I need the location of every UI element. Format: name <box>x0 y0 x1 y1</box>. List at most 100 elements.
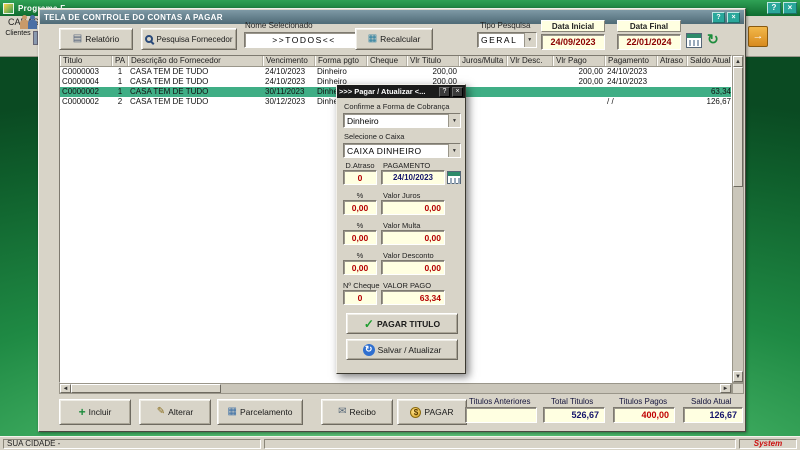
input-field[interactable]: 0,00 <box>343 200 377 215</box>
column-header[interactable]: Juros/Multa <box>459 56 507 66</box>
chevron-down-icon[interactable]: ▼ <box>448 144 460 157</box>
table-cell: 2 <box>117 97 123 106</box>
table-cell <box>507 77 553 87</box>
table-cell <box>687 67 731 77</box>
app-close-button[interactable]: × <box>783 2 797 14</box>
chevron-down-icon[interactable]: ▼ <box>524 33 536 47</box>
column-header[interactable]: Titulo <box>60 56 112 66</box>
table-cell: 24/10/2023 <box>607 67 648 76</box>
caixa-select[interactable]: CAIXA DINHEIRO ▼ <box>343 143 461 158</box>
input-field[interactable]: 0,00 <box>343 230 377 245</box>
data-final-input[interactable]: 22/01/2024 <box>617 34 681 50</box>
titulos-anteriores-label: Titulos Anteriores <box>469 397 531 406</box>
recalcular-button[interactable]: ▦ Recalcular <box>355 28 433 50</box>
table-cell <box>553 97 605 107</box>
input-field[interactable]: 0,00 <box>381 260 445 275</box>
salvar-atualizar-label: Salvar / Atualizar <box>377 344 442 355</box>
column-header[interactable]: Forma pgto <box>315 56 367 66</box>
table-cell <box>459 87 507 97</box>
app-help-button[interactable]: ? <box>767 2 781 14</box>
total-titulos-label: Total Titulos <box>551 397 594 406</box>
pagar-titulo-button[interactable]: ✓ PAGAR TITULO <box>346 313 458 334</box>
table-cell: / / <box>607 97 614 106</box>
table-cell: C0000002 <box>62 97 99 106</box>
column-header[interactable]: Vlr Pago <box>553 56 605 66</box>
column-header[interactable]: Vencimento <box>263 56 315 66</box>
parcelamento-button[interactable]: ▦ Parcelamento <box>217 399 303 425</box>
forma-cobranca-select[interactable]: Dinheiro ▼ <box>343 113 461 128</box>
modal-fields: D.Atraso PAGAMENTO 0 24/10/2023% Valor Juros… <box>337 161 467 311</box>
dialog-help-button[interactable]: ? <box>439 86 450 97</box>
tipo-pesquisa-label: Tipo Pesquisa <box>480 21 531 30</box>
input-field[interactable]: 0 <box>343 170 377 185</box>
scroll-up-icon[interactable]: ▲ <box>733 56 743 67</box>
table-cell: Dinheiro <box>317 67 347 76</box>
column-header[interactable]: Cheque <box>367 56 407 66</box>
dialog-titlebar[interactable]: >>> Pagar / Atualizar <... ? × <box>337 85 465 98</box>
horizontal-scrollbar[interactable]: ◄ ► <box>59 383 732 394</box>
chevron-down-icon[interactable]: ▼ <box>448 114 460 127</box>
data-inicial-label: Data Inicial <box>541 20 605 32</box>
column-header[interactable]: Atraso <box>657 56 687 66</box>
input-field[interactable]: 63,34 <box>381 290 445 305</box>
column-header[interactable]: Saldo Atual <box>687 56 731 66</box>
vscroll-thumb[interactable] <box>733 67 743 187</box>
scroll-right-icon[interactable]: ► <box>720 384 731 393</box>
alterar-button[interactable]: ✎ Alterar <box>139 399 211 425</box>
calendar-icon[interactable] <box>447 171 461 184</box>
tipo-pesquisa-select[interactable]: GERAL ▼ <box>477 32 537 48</box>
input-field[interactable]: 0,00 <box>381 200 445 215</box>
scroll-left-icon[interactable]: ◄ <box>60 384 71 393</box>
window-title: TELA DE CONTROLE DO CONTAS A PAGAR <box>44 12 223 22</box>
input-field[interactable]: 24/10/2023 <box>381 170 445 185</box>
input-field[interactable]: 0 <box>343 290 377 305</box>
dialog-close-button[interactable]: × <box>452 86 463 97</box>
table-cell <box>507 97 553 107</box>
refresh-icon[interactable]: ↻ <box>707 32 719 46</box>
table-cell <box>687 77 731 87</box>
caixa-label: Selecione o Caixa <box>344 132 405 141</box>
salvar-atualizar-button[interactable]: ↻ Salvar / Atualizar <box>346 339 458 360</box>
table-cell: C0000002 <box>62 87 99 96</box>
vertical-scrollbar[interactable]: ▲ ▼ <box>732 55 744 383</box>
data-inicial-input[interactable]: 24/09/2023 <box>541 34 605 50</box>
recibo-button[interactable]: ✉ Recibo <box>321 399 393 425</box>
input-field[interactable]: 0,00 <box>381 230 445 245</box>
pesquisa-fornecedor-button[interactable]: Pesquisa Fornecedor <box>141 28 237 50</box>
column-header[interactable]: Descrição do Fornecedor <box>128 56 263 66</box>
column-header[interactable]: PA <box>112 56 128 66</box>
incluir-button[interactable]: + Incluir <box>59 399 131 425</box>
window-close-button[interactable]: × <box>727 11 740 23</box>
recalcular-label: Recalcular <box>380 34 421 44</box>
table-cell <box>657 97 687 107</box>
input-field[interactable]: 0,00 <box>343 260 377 275</box>
recibo-label: Recibo <box>349 407 376 417</box>
nome-selecionado-input[interactable]: >>TODOS<< <box>244 32 364 48</box>
table-cell: 24/10/2023 <box>607 77 648 86</box>
incluir-label: Incluir <box>88 407 112 417</box>
relatorio-label: Relatório <box>85 34 120 44</box>
hscroll-thumb[interactable] <box>71 384 221 393</box>
field-label: VALOR PAGO <box>383 281 432 290</box>
nome-selecionado-label: Nome Selecionado <box>245 21 313 30</box>
dialog-title: >>> Pagar / Atualizar <... <box>339 87 426 96</box>
column-header[interactable]: Vlr Desc. <box>507 56 553 66</box>
search-icon <box>145 35 154 43</box>
data-final-label: Data Final <box>617 20 681 32</box>
calendar-icon[interactable] <box>686 33 702 48</box>
titulos-pagos-label: Titulos Pagos <box>619 397 668 406</box>
column-header[interactable]: Vlr Titulo <box>407 56 459 66</box>
scroll-down-icon[interactable]: ▼ <box>733 371 743 382</box>
table-row[interactable]: C0000003 1 CASA TEM DE TUDO 24/10/2023 Dinhe… <box>60 67 731 77</box>
relatorio-button[interactable]: ▤ Relatório <box>59 28 133 50</box>
column-header[interactable]: Pagamento <box>605 56 657 66</box>
window-help-button[interactable]: ? <box>712 11 725 23</box>
titulos-anteriores-value <box>465 407 537 423</box>
table-header: Titulo PA Descrição do Fornecedor Venciment… <box>60 56 731 67</box>
clientes-toolbar-button[interactable]: Clientes <box>3 15 37 56</box>
plus-icon: + <box>78 405 86 419</box>
table-cell: 200,00 <box>578 67 603 76</box>
exit-icon[interactable]: → <box>748 26 768 47</box>
pagar-button[interactable]: $ PAGAR <box>397 399 467 425</box>
table-cell <box>553 87 605 97</box>
